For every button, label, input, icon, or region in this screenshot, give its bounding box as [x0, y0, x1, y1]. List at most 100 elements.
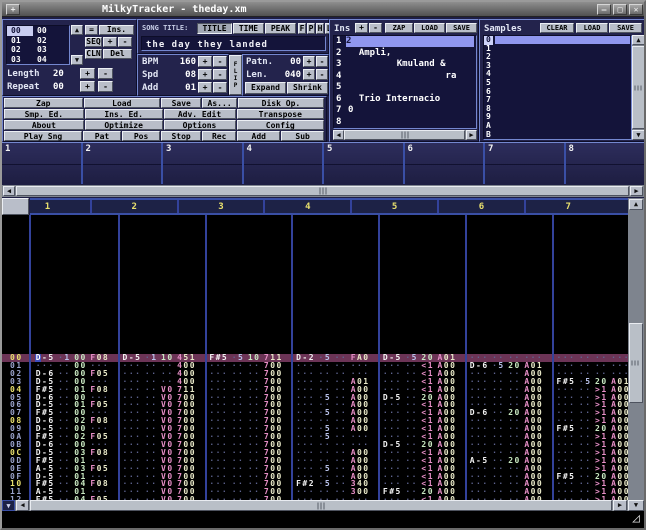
ins-minus-button[interactable]: - [369, 23, 382, 33]
sample-list-item[interactable]: 1 [484, 45, 631, 54]
scope-channel[interactable]: 1 [2, 143, 81, 184]
tab-title[interactable]: TITLE [197, 23, 232, 34]
instrument-list-item[interactable]: 12 [334, 36, 476, 48]
order-row[interactable]: 0203 [7, 45, 69, 55]
button-load[interactable]: Load [84, 98, 161, 108]
patlen-plus-button[interactable]: + [303, 69, 315, 80]
button-smp-ed-[interactable]: Smp. Ed. [4, 109, 84, 119]
resize-handle-icon[interactable]: ◿ [632, 511, 640, 527]
ins-plus-button[interactable]: + [355, 23, 368, 33]
bpm-minus-button[interactable]: - [213, 56, 227, 67]
scope-channel[interactable]: 7 [485, 143, 564, 184]
smp-scroll-up-button[interactable]: ▲ [632, 35, 645, 45]
scope-channel[interactable]: 3 [163, 143, 242, 184]
instrument-list-item[interactable]: 2 Ampli, [334, 48, 476, 60]
bpm-plus-button[interactable]: + [198, 56, 212, 67]
pattern-vscrollbar[interactable]: ▲ [628, 198, 644, 500]
titlebar[interactable]: + MilkyTracker - theday.xm – □ ✕ [2, 2, 644, 17]
mini-button-h[interactable]: H [316, 23, 324, 34]
expand-button[interactable]: Expand [245, 82, 286, 94]
order-row[interactable]: 0000 [7, 26, 69, 36]
pattern-scroll-left-button[interactable]: ◀ [16, 500, 29, 511]
length-minus-button[interactable]: - [98, 68, 113, 79]
spd-plus-button[interactable]: + [198, 69, 212, 80]
ins-scroll-left-button[interactable]: ◀ [333, 130, 344, 140]
close-button[interactable]: ✕ [629, 4, 643, 15]
button-config[interactable]: Config [237, 120, 325, 130]
repeat-minus-button[interactable]: - [98, 81, 113, 92]
add-plus-button[interactable]: + [198, 82, 212, 93]
ins-hscrollbar[interactable]: ◀ ▶ [333, 130, 477, 140]
channel-header[interactable]: 2 [91, 202, 178, 212]
instrument-list-item[interactable]: 4 ra [334, 71, 476, 83]
button-play-sng[interactable]: Play Sng [4, 131, 82, 141]
channel-header[interactable]: 6 [438, 202, 525, 212]
channel-header[interactable]: 7 [525, 202, 612, 212]
pattern-hscroll-thumb[interactable] [30, 500, 612, 511]
smp-clear-button[interactable]: CLEAR [540, 23, 574, 33]
instrument-list-item[interactable]: 6 Trio Internacio [334, 94, 476, 106]
pattern-vscroll-thumb[interactable] [629, 323, 643, 403]
button-options[interactable]: Options [164, 120, 236, 130]
patn-plus-button[interactable]: + [303, 56, 315, 67]
smp-vscroll-thumb[interactable] [632, 46, 645, 129]
order-row[interactable]: 0304 [7, 55, 69, 65]
minimize-button[interactable]: – [597, 4, 611, 15]
song-title-field[interactable]: the day they landed [141, 36, 326, 51]
scopes-scroll-right-button[interactable]: ▶ [630, 186, 643, 196]
channel-header[interactable]: 4 [264, 202, 351, 212]
order-down-button[interactable]: ▼ [71, 55, 83, 65]
channel-header[interactable]: 3 [178, 202, 265, 212]
instrument-list[interactable]: 122 Ampli,3 Kmuland &4 ra56 Trio Interna… [333, 35, 477, 129]
sample-list-item[interactable]: 7 [484, 96, 631, 105]
button-optimize[interactable]: Optimize [85, 120, 163, 130]
ins-scroll-right-button[interactable]: ▶ [466, 130, 477, 140]
scopes-scroll-left-button[interactable]: ◀ [3, 186, 15, 196]
order-cell-pattern[interactable]: 04 [33, 55, 59, 65]
length-plus-button[interactable]: + [80, 68, 95, 79]
button-pos[interactable]: Pos [122, 131, 160, 141]
button-stop[interactable]: Stop [161, 131, 201, 141]
ins-save-button[interactable]: SAVE [446, 23, 477, 33]
instrument-list-item[interactable]: 70 [334, 105, 476, 117]
pattern-scroll-up-button[interactable]: ▲ [629, 199, 643, 210]
scope-channel[interactable]: 6 [405, 143, 484, 184]
spd-minus-button[interactable]: - [213, 69, 227, 80]
smp-save-button[interactable]: SAVE [609, 23, 642, 33]
button-pat[interactable]: Pat [83, 131, 121, 141]
sample-list-item[interactable]: 4 [484, 70, 631, 79]
order-minus-button[interactable]: - [118, 37, 132, 47]
button-transpose[interactable]: Transpose [237, 109, 325, 119]
sample-list[interactable]: 0123456789AB [483, 35, 632, 140]
scope-channel[interactable]: 4 [244, 143, 323, 184]
sample-list-item[interactable]: B [484, 131, 631, 140]
scopes-hscroll-thumb[interactable] [16, 186, 629, 196]
button-save[interactable]: Save [161, 98, 201, 108]
sample-list-item[interactable]: 5 [484, 79, 631, 88]
sample-list-item[interactable]: 0 [484, 36, 631, 45]
order-clone-button[interactable]: CLN [85, 49, 102, 59]
button-zap[interactable]: Zap [4, 98, 83, 108]
pattern-hscrollbar[interactable]: ▼ ◀ ▶ ▼ [2, 500, 644, 511]
order-cell-pattern[interactable]: 03 [33, 45, 59, 55]
button-ins-ed-[interactable]: Ins. Ed. [85, 109, 163, 119]
sample-list-item[interactable]: 3 [484, 62, 631, 71]
add-minus-button[interactable]: - [213, 82, 227, 93]
scope-channel[interactable]: 2 [83, 143, 162, 184]
order-cell-position[interactable]: 02 [7, 45, 33, 55]
ins-load-button[interactable]: LOAD [414, 23, 445, 33]
order-cell-position[interactable]: 00 [7, 26, 33, 36]
button-rec[interactable]: Rec [202, 131, 236, 141]
scope-channel[interactable]: 8 [566, 143, 645, 184]
ins-hscroll-thumb[interactable] [344, 130, 465, 140]
button-adv-edit[interactable]: Adv. Edit [164, 109, 236, 119]
tab-time[interactable]: TIME [233, 23, 264, 34]
maximize-button[interactable]: □ [613, 4, 627, 15]
order-seq-button[interactable]: SEQ [85, 37, 102, 47]
button-add[interactable]: Add [237, 131, 280, 141]
sample-list-item[interactable]: 9 [484, 113, 631, 122]
pattern-collapse-button[interactable]: ▼ [2, 500, 15, 511]
order-up-button[interactable]: ▲ [71, 25, 83, 35]
pattern-corner-button[interactable] [2, 198, 29, 215]
order-list[interactable]: 0000010202030304 [6, 25, 70, 65]
